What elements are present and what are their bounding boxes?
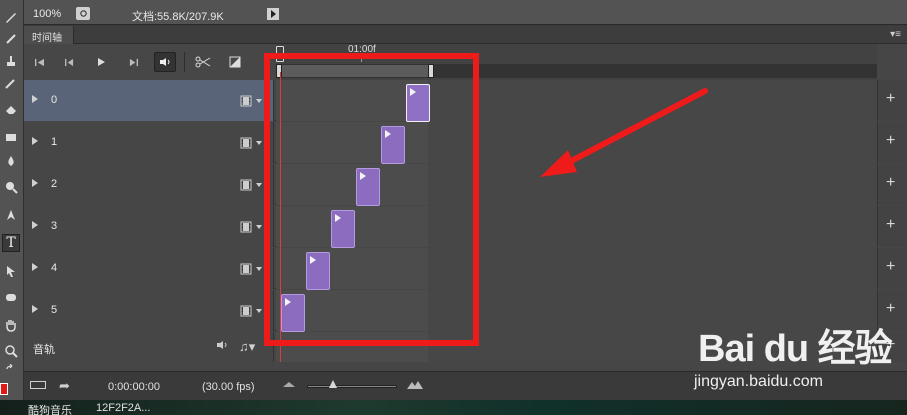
layer-header[interactable]: 4: [24, 248, 274, 289]
watermark-url: jingyan.baidu.com: [694, 373, 823, 390]
stamp-tool-icon[interactable]: [2, 52, 20, 70]
layer-label: 2: [51, 178, 58, 190]
film-strip-icon[interactable]: [240, 137, 252, 149]
first-frame-icon[interactable]: [28, 52, 50, 72]
taskbar-item[interactable]: 酷狗音乐: [28, 402, 72, 415]
document-size-info: 文档:55.8K/207.9K: [132, 11, 224, 23]
hand-tool-icon[interactable]: [2, 316, 20, 334]
layer-menu-arrow-icon[interactable]: [256, 225, 262, 229]
split-icon[interactable]: [192, 52, 214, 72]
dodge-tool-icon[interactable]: [2, 178, 20, 196]
plus-icon: +: [886, 216, 896, 233]
current-timecode: 0:00:00:00: [108, 381, 160, 393]
timeline-zoom-slider[interactable]: [307, 385, 397, 388]
film-strip-icon[interactable]: [240, 95, 252, 107]
brush-tool-icon[interactable]: [2, 30, 20, 48]
layer-label: 3: [51, 220, 58, 232]
audio-track-label: 音轨: [33, 344, 55, 356]
baidu-watermark-logo: Bai du 经验 jingyan.baidu.com: [690, 313, 900, 403]
shape-tool-icon[interactable]: [2, 288, 20, 306]
plus-icon: +: [886, 90, 896, 107]
layer-menu-arrow-icon[interactable]: [256, 141, 262, 145]
audio-track-header[interactable]: 音轨 ♫▾: [24, 332, 274, 362]
play-icon[interactable]: [90, 52, 112, 72]
prev-frame-icon[interactable]: [58, 52, 80, 72]
zoom-tool-icon[interactable]: [2, 342, 20, 360]
track-out-of-range: [428, 248, 877, 289]
swap-colors-icon[interactable]: [2, 362, 20, 380]
film-strip-icon[interactable]: [240, 221, 252, 233]
next-frame-icon[interactable]: [122, 52, 144, 72]
annotation-box: [264, 53, 479, 346]
layer-menu-arrow-icon[interactable]: [256, 267, 262, 271]
panel-menu-icon[interactable]: ▾≡: [890, 29, 901, 40]
audio-icon[interactable]: [154, 52, 176, 72]
track-out-of-range: [428, 164, 877, 205]
path-selection-tool-icon[interactable]: [2, 262, 20, 280]
layer-header[interactable]: 5: [24, 290, 274, 331]
music-note-icon[interactable]: ♫▾: [239, 339, 255, 355]
add-media-button[interactable]: +: [877, 164, 907, 205]
eraser-tool-icon[interactable]: [2, 100, 20, 118]
playback-controls: [24, 44, 274, 80]
zoom-options-icon[interactable]: [76, 7, 90, 20]
pen-tool-icon[interactable]: [2, 206, 20, 224]
layer-header[interactable]: 0: [24, 80, 274, 121]
layer-label: 1: [51, 136, 58, 148]
add-media-button[interactable]: +: [877, 122, 907, 163]
layer-menu-arrow-icon[interactable]: [256, 309, 262, 313]
track-out-of-range: [428, 206, 877, 247]
frame-animation-icon[interactable]: [30, 381, 46, 389]
track-out-of-range: [428, 80, 877, 121]
add-media-button[interactable]: +: [877, 80, 907, 121]
status-menu-arrow-icon[interactable]: [267, 8, 279, 20]
layer-label: 4: [51, 262, 58, 274]
brush-tool-icon[interactable]: [2, 8, 20, 26]
expand-arrow-icon[interactable]: [32, 221, 38, 229]
zoom-in-icon[interactable]: [406, 378, 424, 390]
taskbar-item[interactable]: 12F2F2A...: [96, 402, 150, 414]
film-strip-icon[interactable]: [240, 305, 252, 317]
add-media-button[interactable]: +: [877, 206, 907, 247]
toolbar-divider: [184, 52, 185, 72]
history-brush-tool-icon[interactable]: [2, 74, 20, 92]
zoom-slider-knob[interactable]: [329, 380, 337, 388]
tab-timeline[interactable]: 时间轴: [24, 26, 74, 44]
speaker-icon[interactable]: [216, 340, 228, 350]
watermark-brand: Bai du 经验: [698, 328, 893, 370]
layer-header[interactable]: 2: [24, 164, 274, 205]
zoom-out-icon[interactable]: [282, 380, 296, 388]
track-out-of-range: [428, 122, 877, 163]
layer-header[interactable]: 3: [24, 206, 274, 247]
type-tool-icon[interactable]: T: [2, 234, 20, 252]
film-strip-icon[interactable]: [240, 179, 252, 191]
layer-menu-arrow-icon[interactable]: [256, 99, 262, 103]
document-status-bar: 100% 文档:55.8K/207.9K: [24, 0, 907, 25]
blur-tool-icon[interactable]: [2, 152, 20, 170]
expand-arrow-icon[interactable]: [32, 179, 38, 187]
expand-arrow-icon[interactable]: [32, 305, 38, 313]
expand-arrow-icon[interactable]: [32, 263, 38, 271]
expand-arrow-icon[interactable]: [32, 95, 38, 103]
foreground-color-swatch[interactable]: [0, 383, 8, 395]
layer-label: 0: [51, 94, 58, 106]
zoom-level[interactable]: 100%: [33, 8, 61, 20]
frame-rate: (30.00 fps): [202, 381, 255, 393]
layer-menu-arrow-icon[interactable]: [256, 183, 262, 187]
render-video-icon[interactable]: ➦: [59, 378, 70, 394]
tools-panel: T: [0, 0, 24, 400]
add-media-button[interactable]: +: [877, 248, 907, 289]
plus-icon: +: [886, 258, 896, 275]
film-strip-icon[interactable]: [240, 263, 252, 275]
transition-icon[interactable]: [224, 52, 246, 72]
plus-icon: +: [886, 174, 896, 191]
layer-header[interactable]: 1: [24, 122, 274, 163]
plus-icon: +: [886, 132, 896, 149]
panel-tab-bar: 时间轴 ▾≡: [24, 26, 907, 44]
expand-arrow-icon[interactable]: [32, 137, 38, 145]
gradient-tool-icon[interactable]: [2, 128, 20, 146]
layer-label: 5: [51, 304, 58, 316]
